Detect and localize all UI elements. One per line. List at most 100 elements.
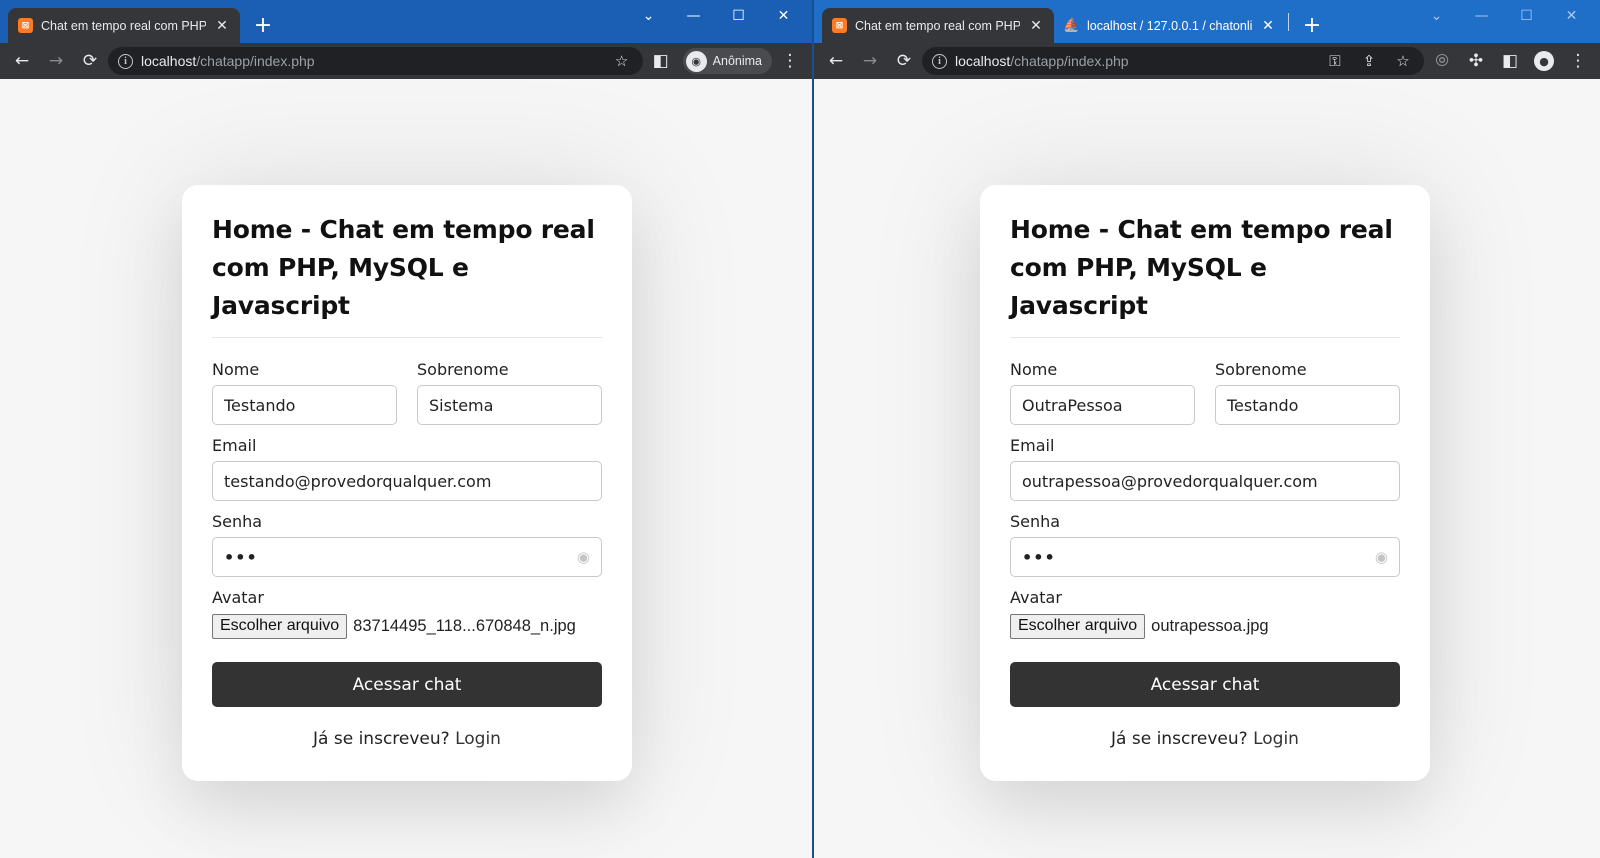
senha-input[interactable]: ••• ◉: [212, 537, 602, 577]
sobrenome-input[interactable]: Testando: [1215, 385, 1400, 425]
login-link[interactable]: Login: [455, 729, 501, 749]
signup-card: Home - Chat em tempo real com PHP, MySQL…: [182, 185, 632, 781]
tab-chat[interactable]: ⊠ Chat em tempo real com PHP, MySQL e Ja…: [8, 8, 240, 43]
window-controls: ⌄ — ☐ ✕: [1414, 0, 1594, 32]
browser-window-left: ⊠ Chat em tempo real com PHP, MySQL e Ja…: [0, 0, 814, 858]
sobrenome-label: Sobrenome: [417, 360, 509, 379]
tab-bar: ⊠ Chat em tempo real com PHP, MySQL e Ja…: [814, 0, 1600, 43]
puzzle-icon[interactable]: ✣: [1460, 45, 1492, 77]
menu-icon[interactable]: ⋮: [1562, 45, 1594, 77]
maximize-button[interactable]: ☐: [716, 8, 761, 24]
star-icon[interactable]: ☆: [609, 52, 635, 70]
incognito-profile-button[interactable]: ◉ Anônima: [682, 48, 772, 74]
minimize-button[interactable]: —: [671, 8, 716, 24]
url-path: /chatapp/index.php: [196, 53, 315, 69]
forward-button[interactable]: →: [40, 45, 72, 77]
close-icon[interactable]: ✕: [1260, 18, 1276, 34]
new-tab-button[interactable]: +: [246, 8, 280, 42]
window-close-button[interactable]: ✕: [1549, 8, 1594, 24]
email-input[interactable]: outrapessoa@provedorqualquer.com: [1010, 461, 1400, 501]
maximize-button[interactable]: ☐: [1504, 8, 1549, 24]
avatar-file-input[interactable]: Escolher arquivo 83714495_118...670848_n…: [212, 613, 602, 639]
eye-icon[interactable]: ◉: [1375, 548, 1388, 566]
nome-input[interactable]: Testando: [212, 385, 397, 425]
extension-icon[interactable]: ⦾: [1426, 45, 1458, 77]
forward-button[interactable]: →: [854, 45, 886, 77]
back-button[interactable]: ←: [6, 45, 38, 77]
url-text[interactable]: localhost/chatapp/index.php: [141, 53, 601, 69]
login-link[interactable]: Login: [1253, 729, 1299, 749]
password-value: •••: [224, 547, 258, 567]
screen: ⊠ Chat em tempo real com PHP, MySQL e Ja…: [0, 0, 1600, 858]
nome-label: Nome: [1010, 360, 1058, 379]
login-prompt: Já se inscreveu? Login: [212, 729, 602, 749]
minimize-button[interactable]: —: [1459, 8, 1504, 24]
tab-divider: [1288, 12, 1289, 31]
profile-button[interactable]: ●: [1528, 45, 1560, 77]
choose-file-button[interactable]: Escolher arquivo: [212, 613, 348, 639]
avatar-label: Avatar: [1010, 588, 1062, 607]
file-name: 83714495_118...670848_n.jpg: [353, 616, 576, 635]
xampp-icon: ⊠: [832, 18, 847, 33]
reload-button[interactable]: ⟳: [74, 45, 106, 77]
browser-window-right: ⊠ Chat em tempo real com PHP, MySQL e Ja…: [814, 0, 1600, 858]
tab-bar: ⊠ Chat em tempo real com PHP, MySQL e Ja…: [0, 0, 812, 43]
eye-icon[interactable]: ◉: [577, 548, 590, 566]
side-panel-icon[interactable]: ◧: [645, 45, 677, 77]
chevron-down-icon[interactable]: ⌄: [626, 8, 671, 24]
sobrenome-input[interactable]: Sistema: [417, 385, 602, 425]
acessar-chat-button[interactable]: Acessar chat: [1010, 662, 1400, 707]
signup-card: Home - Chat em tempo real com PHP, MySQL…: [980, 185, 1430, 781]
senha-input[interactable]: ••• ◉: [1010, 537, 1400, 577]
key-icon[interactable]: ⚿: [1322, 52, 1348, 70]
close-icon[interactable]: ✕: [1028, 18, 1044, 34]
new-tab-button[interactable]: +: [1295, 8, 1329, 42]
star-icon[interactable]: ☆: [1390, 52, 1416, 70]
back-button[interactable]: ←: [820, 45, 852, 77]
page-title: Home - Chat em tempo real com PHP, MySQL…: [212, 211, 602, 338]
address-bar[interactable]: i localhost/chatapp/index.php ☆: [108, 47, 643, 75]
avatar-file-input[interactable]: Escolher arquivo outrapessoa.jpg: [1010, 613, 1400, 639]
xampp-icon: ⊠: [18, 18, 33, 33]
chevron-down-icon[interactable]: ⌄: [1414, 8, 1459, 24]
acessar-chat-button[interactable]: Acessar chat: [212, 662, 602, 707]
senha-label: Senha: [1010, 512, 1061, 531]
file-name: outrapessoa.jpg: [1151, 616, 1269, 635]
info-icon[interactable]: i: [932, 53, 947, 69]
close-icon[interactable]: ✕: [214, 18, 230, 34]
email-label: Email: [1010, 436, 1055, 455]
menu-icon[interactable]: ⋮: [774, 45, 806, 77]
profile-label: Anônima: [712, 54, 762, 68]
choose-file-button[interactable]: Escolher arquivo: [1010, 613, 1146, 639]
login-prompt-text: Já se inscreveu?: [313, 729, 450, 749]
address-bar[interactable]: i localhost/chatapp/index.php ⚿ ⇪ ☆: [922, 47, 1424, 75]
tab-title: Chat em tempo real com PHP, MySQL e Java…: [855, 18, 1020, 33]
sobrenome-label: Sobrenome: [1215, 360, 1307, 379]
page-content: Home - Chat em tempo real com PHP, MySQL…: [814, 79, 1600, 858]
reload-button[interactable]: ⟳: [888, 45, 920, 77]
toolbar: ← → ⟳ i localhost/chatapp/index.php ⚿ ⇪ …: [814, 43, 1600, 79]
window-controls: ⌄ — ☐ ✕: [626, 0, 806, 32]
email-label: Email: [212, 436, 257, 455]
password-value: •••: [1022, 547, 1056, 567]
login-prompt: Já se inscreveu? Login: [1010, 729, 1400, 749]
tab-chat[interactable]: ⊠ Chat em tempo real com PHP, MySQL e Ja…: [822, 8, 1054, 43]
tab-title: Chat em tempo real com PHP, MySQL e Java…: [41, 18, 206, 33]
url-host: localhost: [955, 53, 1011, 69]
person-icon: ●: [1534, 51, 1554, 71]
tab-title: localhost / 127.0.0.1 / chatonline: [1087, 18, 1252, 33]
login-prompt-text: Já se inscreveu?: [1111, 729, 1248, 749]
toolbar: ← → ⟳ i localhost/chatapp/index.php ☆ ◧ …: [0, 43, 812, 79]
info-icon[interactable]: i: [118, 53, 133, 69]
window-close-button[interactable]: ✕: [761, 8, 806, 24]
tab-phpmyadmin[interactable]: ⛵ localhost / 127.0.0.1 / chatonline ✕: [1054, 8, 1286, 43]
senha-label: Senha: [212, 512, 263, 531]
email-input[interactable]: testando@provedorqualquer.com: [212, 461, 602, 501]
nome-input[interactable]: OutraPessoa: [1010, 385, 1195, 425]
page-title: Home - Chat em tempo real com PHP, MySQL…: [1010, 211, 1400, 338]
side-panel-icon[interactable]: ◧: [1494, 45, 1526, 77]
page-content: Home - Chat em tempo real com PHP, MySQL…: [0, 79, 812, 858]
avatar-label: Avatar: [212, 588, 264, 607]
url-text[interactable]: localhost/chatapp/index.php: [955, 53, 1314, 69]
share-icon[interactable]: ⇪: [1356, 52, 1382, 70]
